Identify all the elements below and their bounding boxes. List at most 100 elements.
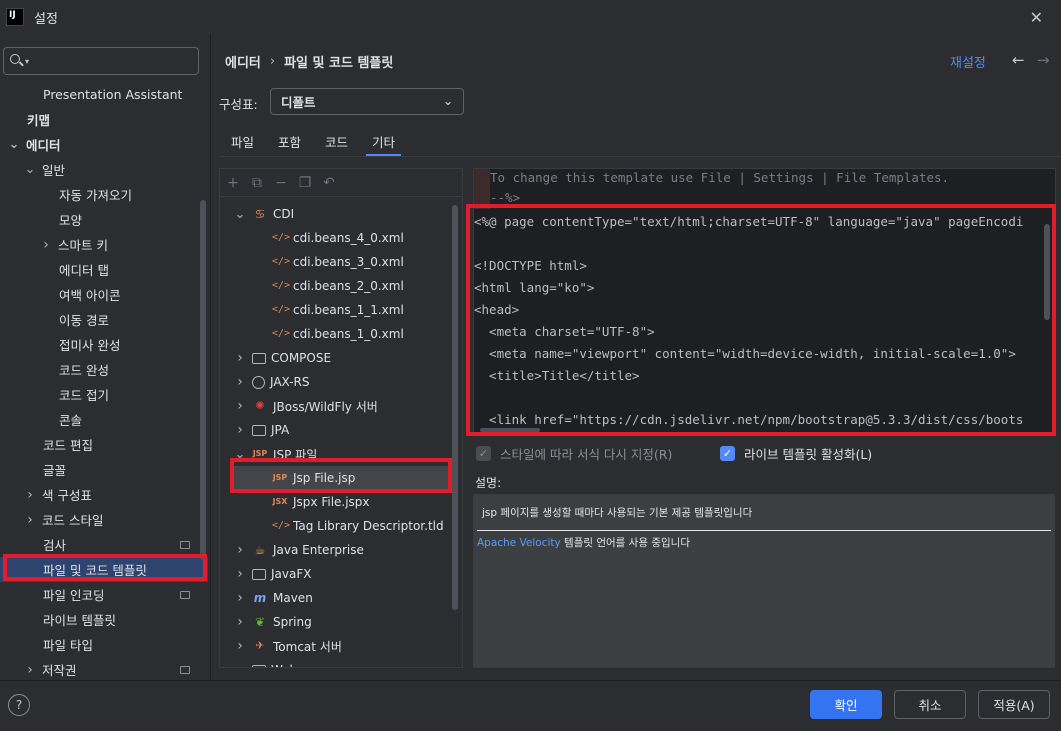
sidebar-item[interactable]: › 코드 스타일 bbox=[0, 507, 208, 532]
sidebar-item[interactable]: 코드 편집 bbox=[0, 432, 208, 457]
settings-sidebar: Presentation Assistant 키맵 ⌄ 에디터 ⌄ 일반 자동 가져오기 모양… bbox=[0, 82, 208, 680]
tree-item[interactable]: › m Maven bbox=[220, 586, 452, 610]
sidebar-item[interactable]: 파일 인코딩 bbox=[0, 582, 208, 607]
sidebar-item[interactable]: 자동 가져오기 bbox=[0, 182, 208, 207]
chevron-down-icon: ⌄ bbox=[442, 94, 453, 108]
chevron-right-icon[interactable]: › bbox=[24, 512, 36, 528]
back-arrow-icon[interactable]: ← bbox=[1012, 51, 1025, 69]
add-icon[interactable]: + bbox=[226, 176, 240, 190]
sidebar-item[interactable]: 여백 아이콘 bbox=[0, 282, 208, 307]
close-icon[interactable]: ✕ bbox=[1030, 8, 1043, 27]
folder-icon bbox=[252, 568, 266, 580]
chevron-down-icon[interactable]: ⌄ bbox=[234, 207, 246, 222]
chevron-down-icon[interactable]: ⌄ bbox=[8, 137, 20, 152]
tree-item[interactable]: › JavaFX bbox=[220, 562, 452, 586]
chevron-right-icon[interactable]: › bbox=[24, 662, 36, 678]
live-template-label[interactable]: 라이브 템플릿 활성화(L) bbox=[744, 444, 872, 463]
tree-item[interactable]: › ✈ Tomcat 서버 bbox=[220, 634, 452, 658]
settings-search[interactable]: ▾ bbox=[3, 47, 199, 75]
tree-item[interactable]: JSX Jspx File.jspx bbox=[220, 490, 452, 514]
sidebar-item[interactable]: 글꼴 bbox=[0, 457, 208, 482]
sidebar-scrollbar[interactable] bbox=[200, 200, 206, 560]
sidebar-item[interactable]: 코드 접기 bbox=[0, 382, 208, 407]
velocity-link[interactable]: Apache Velocity bbox=[477, 537, 561, 549]
cancel-button[interactable]: 취소 bbox=[894, 690, 966, 719]
sidebar-item[interactable]: 파일 타입 bbox=[0, 632, 208, 657]
sidebar-item[interactable]: ⌄ 일반 bbox=[0, 157, 208, 182]
sidebar-item[interactable]: › 스마트 키 bbox=[0, 232, 208, 257]
xml-icon: </> bbox=[272, 256, 291, 267]
tree-item[interactable]: › ❦ Spring bbox=[220, 610, 452, 634]
tree-item[interactable]: </> Tag Library Descriptor.tld bbox=[220, 514, 452, 538]
tree-item[interactable]: </> cdi.beans_1_1.xml bbox=[220, 298, 452, 322]
tree-item-content: ✈ Tomcat 서버 bbox=[252, 638, 341, 655]
description-label: 설명: bbox=[475, 476, 502, 490]
folder-icon bbox=[252, 664, 266, 667]
breadcrumb-parent[interactable]: 에디터 bbox=[225, 52, 261, 71]
tree-item[interactable]: › ☕ Java Enterprise bbox=[220, 538, 452, 562]
live-template-checkbox[interactable]: ✓ bbox=[720, 446, 735, 461]
sidebar-item[interactable]: 에디터 탭 bbox=[0, 257, 208, 282]
sidebar-item-label: 라이브 템플릿 bbox=[43, 613, 116, 628]
sidebar-item[interactable]: 콘솔 bbox=[0, 407, 208, 432]
ok-button[interactable]: 확인 bbox=[810, 690, 882, 719]
tree-item-label: cdi.beans_4_0.xml bbox=[293, 231, 404, 245]
chevron-right-icon[interactable]: › bbox=[234, 566, 246, 582]
chevron-right-icon[interactable]: › bbox=[234, 374, 246, 390]
sidebar-item[interactable]: 키맵 bbox=[0, 107, 208, 132]
sidebar-item[interactable]: 모양 bbox=[0, 207, 208, 232]
tab-1[interactable]: 포함 bbox=[266, 130, 313, 156]
duplicate-icon[interactable]: ❐ bbox=[298, 176, 312, 190]
highlight-box-sidebar bbox=[3, 554, 207, 581]
sidebar-item-label: 접미사 완성 bbox=[59, 338, 121, 353]
tree-item[interactable]: › JAX-RS bbox=[220, 370, 452, 394]
chevron-right-icon[interactable]: › bbox=[40, 237, 52, 253]
scheme-dropdown[interactable]: 디폴트 ⌄ bbox=[270, 88, 464, 115]
help-icon[interactable]: ? bbox=[8, 694, 30, 716]
tree-item[interactable]: › Web bbox=[220, 658, 452, 667]
tree-scrollbar[interactable] bbox=[452, 205, 458, 610]
sidebar-item[interactable]: 코드 완성 bbox=[0, 357, 208, 382]
tree-item[interactable]: › JPA bbox=[220, 418, 452, 442]
chevron-right-icon[interactable]: › bbox=[234, 638, 246, 654]
red-icon: ✺ bbox=[255, 399, 265, 412]
tree-item[interactable]: </> cdi.beans_3_0.xml bbox=[220, 250, 452, 274]
tree-item[interactable]: › ✺ JBoss/WildFly 서버 bbox=[220, 394, 452, 418]
tab-0[interactable]: 파일 bbox=[219, 130, 266, 156]
forward-arrow-icon[interactable]: → bbox=[1037, 51, 1050, 69]
sidebar-item[interactable]: › 색 구성표 bbox=[0, 482, 208, 507]
title-bar: IJ 설정 ✕ bbox=[0, 0, 1061, 34]
chevron-right-icon[interactable]: › bbox=[234, 662, 246, 667]
chevron-right-icon[interactable]: › bbox=[234, 614, 246, 630]
tree-item[interactable]: </> cdi.beans_1_0.xml bbox=[220, 322, 452, 346]
chevron-right-icon[interactable]: › bbox=[24, 487, 36, 503]
project-scope-icon bbox=[180, 540, 190, 549]
search-options-chevron-icon[interactable]: ▾ bbox=[25, 57, 29, 66]
chevron-down-icon[interactable]: ⌄ bbox=[24, 162, 36, 177]
sidebar-item[interactable]: Presentation Assistant bbox=[0, 82, 208, 107]
sidebar-item[interactable]: › 저작권 bbox=[0, 657, 208, 680]
sidebar-item[interactable]: 이동 경로 bbox=[0, 307, 208, 332]
tree-item[interactable]: </> cdi.beans_2_0.xml bbox=[220, 274, 452, 298]
sidebar-item[interactable]: ⌄ 에디터 bbox=[0, 132, 208, 157]
chevron-right-icon[interactable]: › bbox=[234, 398, 246, 414]
sidebar-item[interactable]: 접미사 완성 bbox=[0, 332, 208, 357]
chevron-right-icon[interactable]: › bbox=[234, 422, 246, 438]
sidebar-item[interactable]: 라이브 템플릿 bbox=[0, 607, 208, 632]
chevron-right-icon[interactable]: › bbox=[234, 542, 246, 558]
remove-icon[interactable]: − bbox=[274, 176, 288, 190]
copy-icon[interactable]: ⧉ bbox=[250, 176, 264, 190]
apply-button[interactable]: 적용(A) bbox=[978, 690, 1050, 719]
chevron-right-icon[interactable]: › bbox=[234, 590, 246, 606]
tree-item-content: </> cdi.beans_3_0.xml bbox=[272, 255, 404, 269]
tree-item[interactable]: › COMPOSE bbox=[220, 346, 452, 370]
reset-link[interactable]: 재설정 bbox=[950, 52, 986, 71]
chevron-right-icon[interactable]: › bbox=[234, 350, 246, 366]
reset-template-icon[interactable]: ↶ bbox=[322, 176, 336, 190]
tab-3[interactable]: 기타 bbox=[360, 130, 407, 156]
tree-item[interactable]: </> cdi.beans_4_0.xml bbox=[220, 226, 452, 250]
search-input[interactable] bbox=[35, 54, 198, 68]
tab-2[interactable]: 코드 bbox=[313, 130, 360, 156]
live-template-option[interactable]: ✓ 라이브 템플릿 활성화(L) bbox=[720, 444, 872, 463]
tree-item[interactable]: ⌄ ♋ CDI bbox=[220, 202, 452, 226]
